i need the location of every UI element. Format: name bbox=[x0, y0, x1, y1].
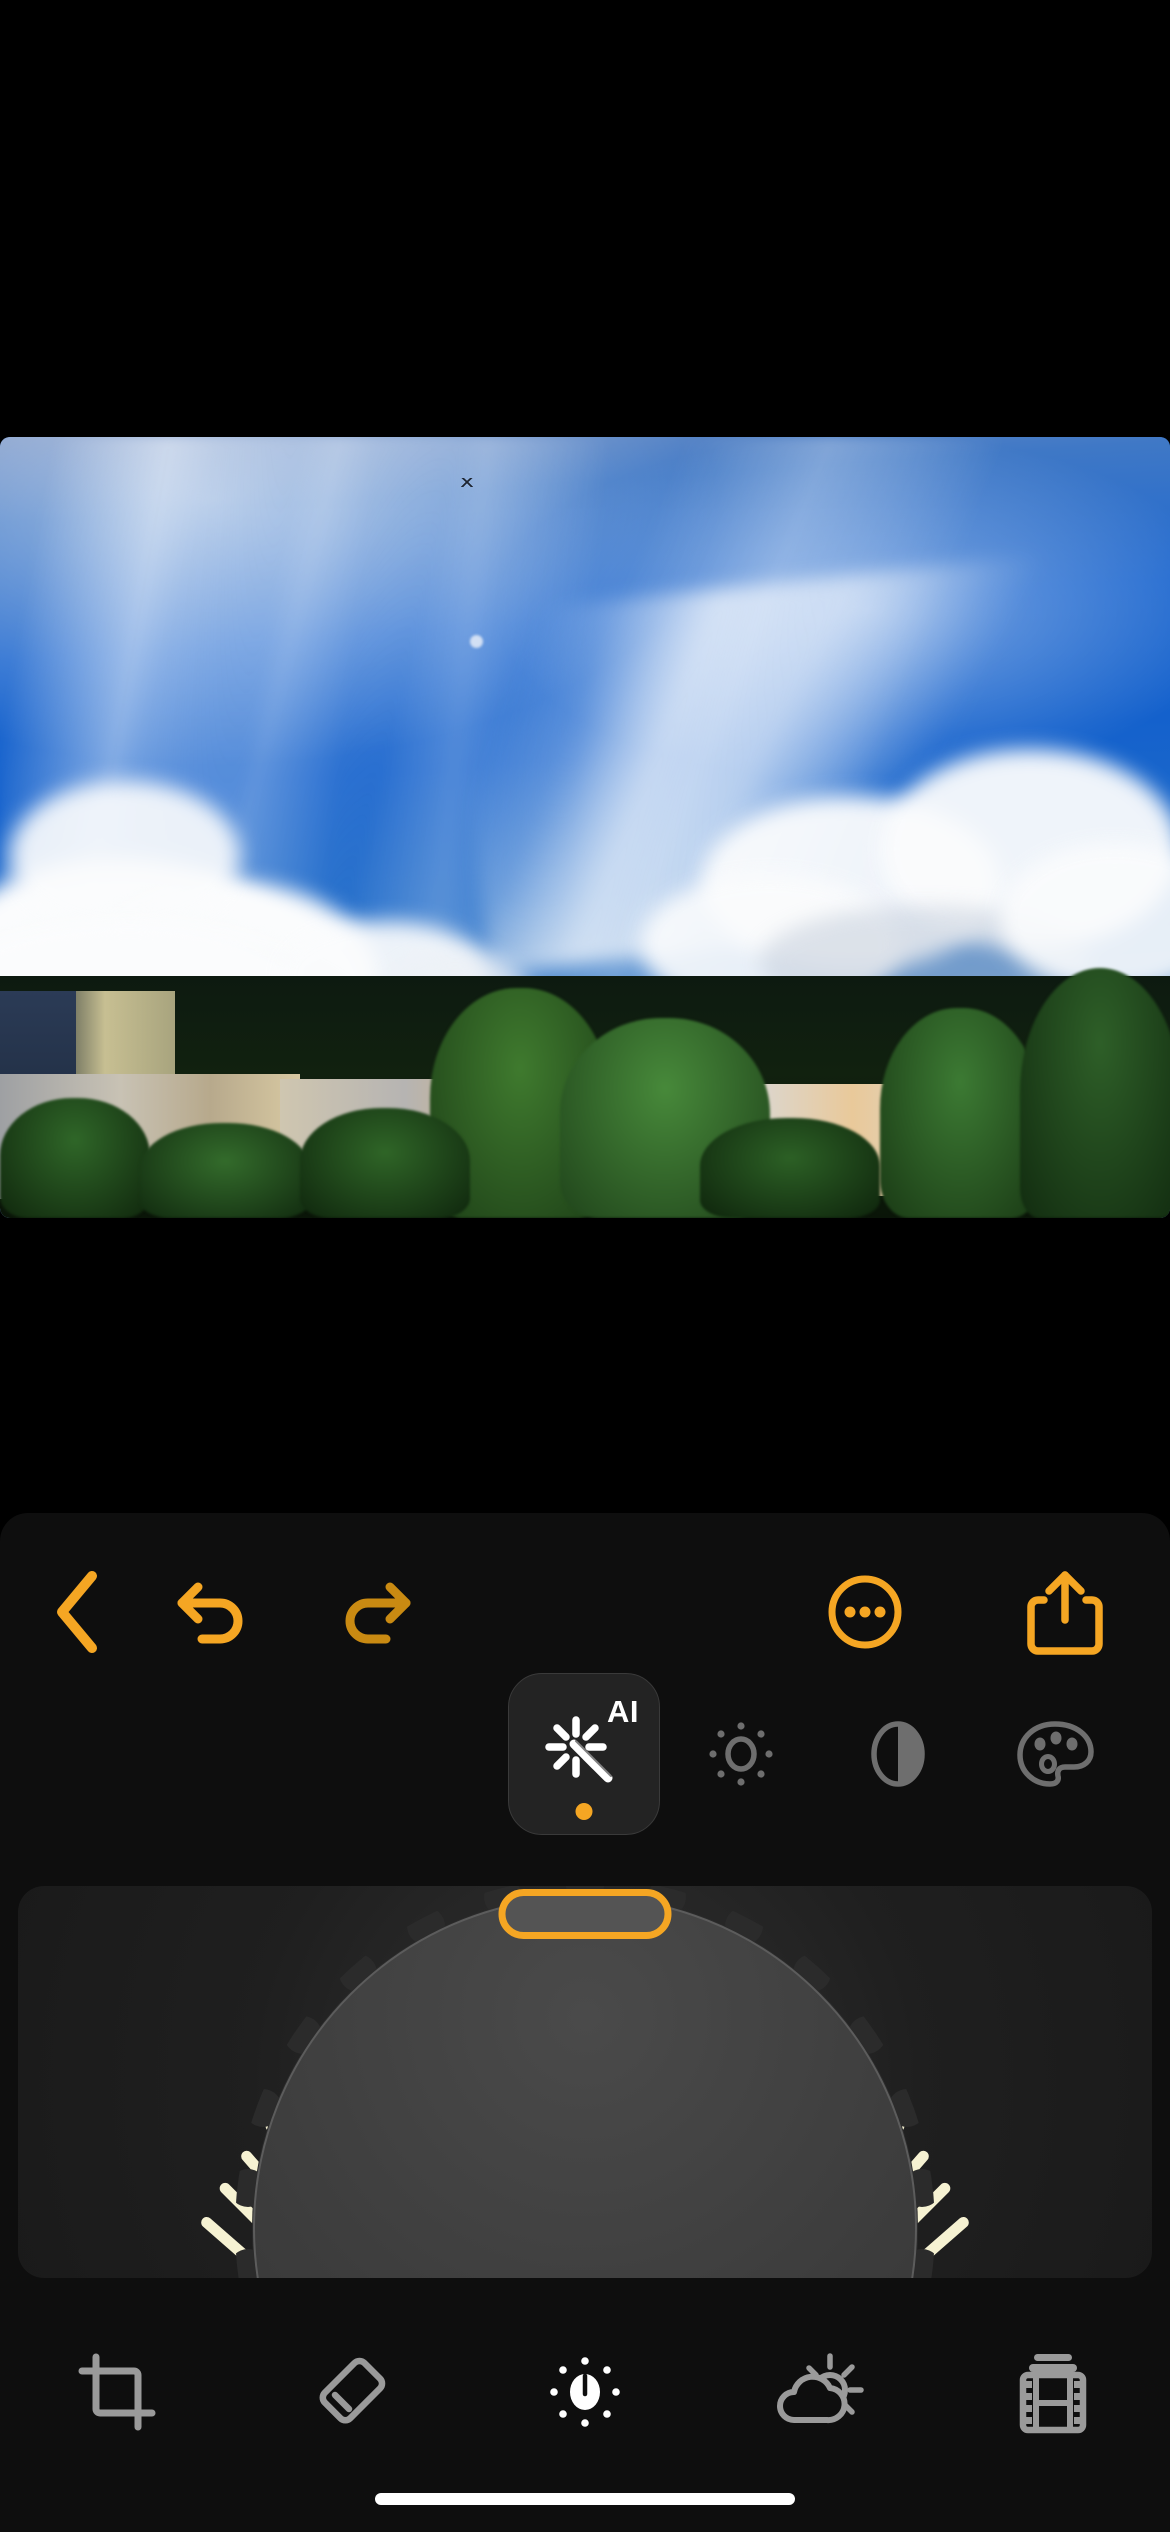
tree bbox=[880, 1008, 1040, 1218]
dial-knob[interactable] bbox=[235, 1886, 935, 2278]
redo-button[interactable] bbox=[320, 1537, 430, 1687]
sun-cloud-icon bbox=[777, 2353, 864, 2424]
tree bbox=[700, 1118, 880, 1218]
more-options-button[interactable] bbox=[810, 1537, 920, 1687]
editor-tab-bar bbox=[0, 2322, 1170, 2462]
brightness-sun-icon bbox=[709, 1722, 773, 1786]
eraser-icon bbox=[319, 2357, 386, 2424]
bird-silhouette bbox=[458, 477, 475, 487]
redo-arrow-icon bbox=[345, 1582, 411, 1644]
contrast-half-circle-icon bbox=[871, 1721, 925, 1787]
photo-canvas-area bbox=[0, 0, 1170, 1500]
ground-scene bbox=[0, 968, 1170, 1218]
tree bbox=[1020, 968, 1170, 1218]
cloud bbox=[10, 780, 240, 931]
brightness-dial-icon bbox=[550, 2357, 620, 2427]
undo-arrow-icon bbox=[177, 1582, 243, 1644]
editor-toolbar bbox=[0, 1537, 1170, 1687]
photo-preview[interactable] bbox=[0, 437, 1170, 1218]
dial-value-indicator[interactable] bbox=[498, 1888, 672, 1939]
mode-ai-enhance[interactable]: AI bbox=[508, 1673, 660, 1835]
share-export-icon bbox=[1027, 1571, 1103, 1655]
tab-crop[interactable] bbox=[0, 2322, 234, 2462]
tree bbox=[140, 1123, 310, 1218]
tree bbox=[0, 1098, 150, 1218]
knob-face bbox=[253, 1896, 917, 2278]
tab-erase[interactable] bbox=[234, 2322, 468, 2462]
mode-contrast[interactable] bbox=[822, 1673, 974, 1835]
color-palette-icon bbox=[1017, 1721, 1094, 1787]
adjustment-mode-row: AI bbox=[0, 1673, 1170, 1838]
tab-filter[interactable] bbox=[702, 2322, 936, 2462]
crop-icon bbox=[78, 2353, 156, 2431]
back-button[interactable] bbox=[22, 1537, 132, 1687]
undo-button[interactable] bbox=[158, 1537, 268, 1687]
mode-brightness[interactable] bbox=[665, 1673, 817, 1835]
tab-adjust[interactable] bbox=[468, 2322, 702, 2462]
radial-dial-control[interactable] bbox=[18, 1886, 1152, 2278]
ai-badge-label: AI bbox=[607, 1694, 639, 1729]
chevron-left-icon bbox=[57, 1571, 97, 1653]
mode-selected-dot bbox=[575, 1803, 593, 1820]
share-button[interactable] bbox=[1010, 1537, 1120, 1687]
tree bbox=[300, 1108, 470, 1218]
home-indicator[interactable] bbox=[375, 2493, 795, 2505]
tab-film[interactable] bbox=[936, 2322, 1170, 2462]
ellipsis-circle-icon bbox=[828, 1575, 902, 1649]
film-roll-icon bbox=[1019, 2354, 1087, 2434]
mode-color-palette[interactable] bbox=[979, 1673, 1131, 1835]
phone-screen: AI bbox=[0, 0, 1170, 2532]
